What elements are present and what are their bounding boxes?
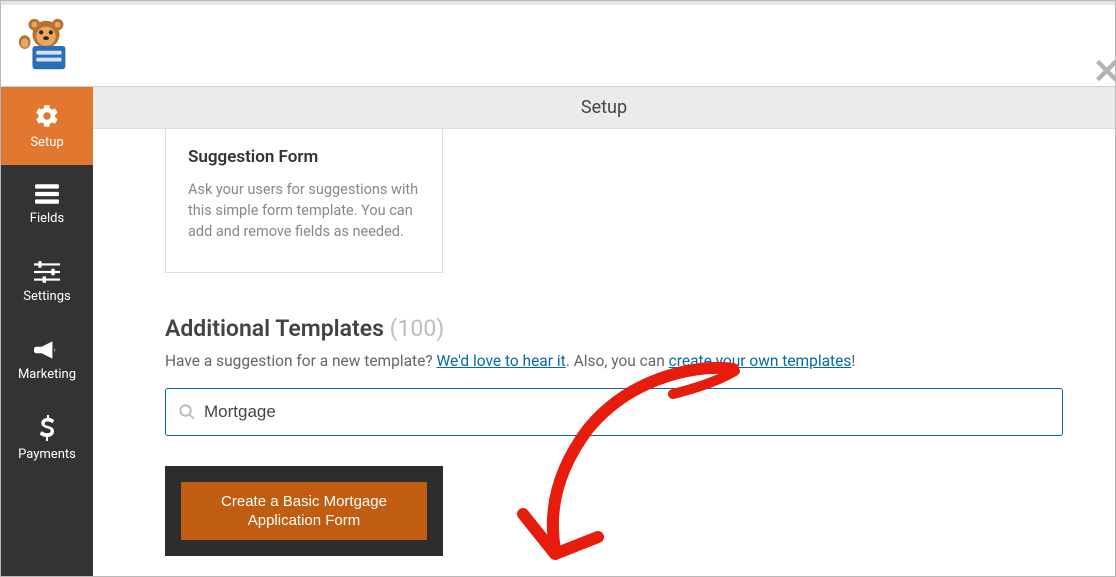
additional-templates-heading: Additional Templates (100) xyxy=(165,315,1115,342)
sidebar-item-label: Setup xyxy=(30,135,63,150)
subtext-part: Have a suggestion for a new template? xyxy=(165,352,437,370)
card-title: Suggestion Form xyxy=(188,147,420,167)
search-result: Create a Basic Mortgage Application Form xyxy=(165,466,443,556)
search-box[interactable] xyxy=(165,388,1063,436)
list-icon xyxy=(34,183,60,205)
heading-text: Additional Templates xyxy=(165,315,384,342)
suggestion-link[interactable]: We'd love to hear it xyxy=(437,352,566,370)
dollar-icon xyxy=(38,415,56,441)
template-card-suggestion[interactable]: Suggestion Form Ask your users for sugge… xyxy=(165,129,443,273)
sidebar-item-label: Payments xyxy=(18,447,76,462)
top-bar: ✕ xyxy=(1,1,1115,87)
gear-icon xyxy=(34,103,60,129)
sidebar-item-settings[interactable]: Settings xyxy=(1,243,93,321)
card-desc: Ask your users for suggestions with this… xyxy=(188,179,420,242)
subtext-part: . Also, you can xyxy=(566,352,669,370)
subtext-part: ! xyxy=(851,352,855,370)
sidebar: Setup Fields Settings Marketing Payments xyxy=(1,87,93,576)
sidebar-item-label: Settings xyxy=(23,289,70,304)
heading-count: (100) xyxy=(390,315,445,342)
subtext: Have a suggestion for a new template? We… xyxy=(165,352,1115,370)
bullhorn-icon xyxy=(34,339,60,361)
search-input[interactable] xyxy=(204,402,1050,422)
sidebar-item-payments[interactable]: Payments xyxy=(1,399,93,477)
sidebar-item-label: Marketing xyxy=(18,367,76,382)
page-title-text: Setup xyxy=(581,97,627,118)
sidebar-item-fields[interactable]: Fields xyxy=(1,165,93,243)
create-own-link[interactable]: create your own templates xyxy=(669,352,852,370)
sidebar-item-label: Fields xyxy=(30,211,64,226)
wpforms-logo xyxy=(15,13,77,79)
sliders-icon xyxy=(34,261,60,283)
sidebar-item-setup[interactable]: Setup xyxy=(1,87,93,165)
create-template-button[interactable]: Create a Basic Mortgage Application Form xyxy=(181,482,427,540)
search-icon xyxy=(178,403,196,421)
sidebar-item-marketing[interactable]: Marketing xyxy=(1,321,93,399)
page-title: Setup xyxy=(93,87,1115,129)
close-icon[interactable]: ✕ xyxy=(1093,55,1116,89)
